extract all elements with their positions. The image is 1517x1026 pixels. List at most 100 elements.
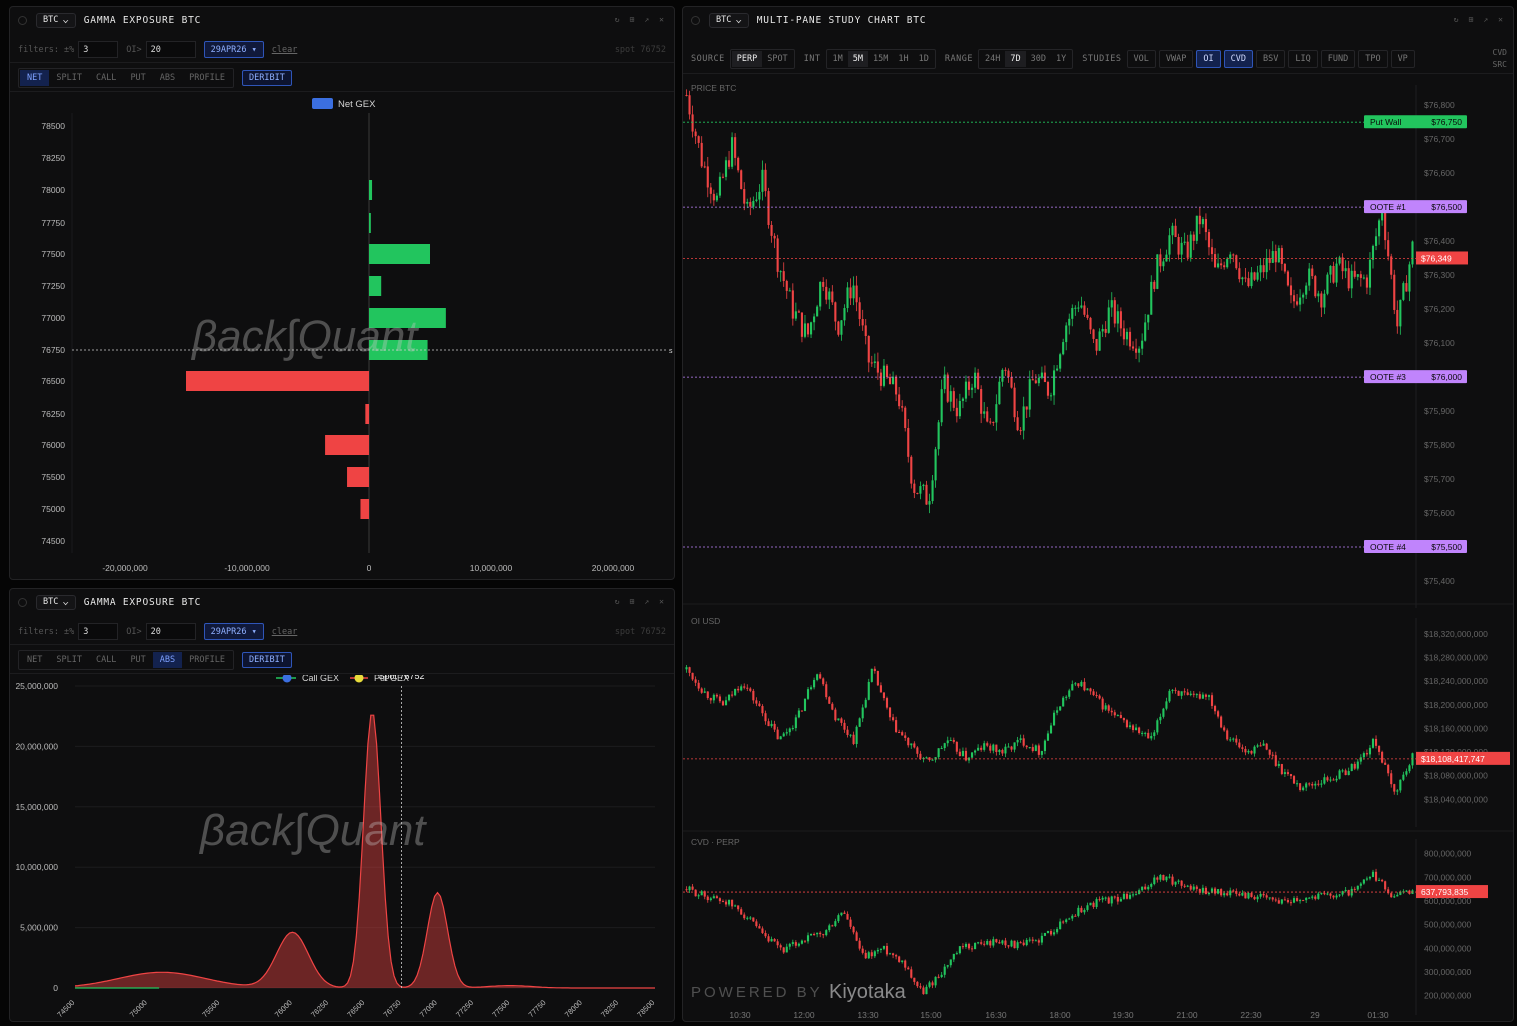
candle-body — [1353, 888, 1356, 890]
candle-body — [1374, 871, 1378, 881]
candle-body — [1062, 921, 1065, 923]
candle-body — [1122, 893, 1125, 899]
range-option-24h[interactable]: 24H — [980, 51, 1005, 67]
candle-body — [1408, 264, 1411, 292]
candle-body — [1077, 907, 1080, 916]
candle-body — [1262, 265, 1265, 273]
tab-net[interactable]: NET — [20, 70, 50, 86]
study-tpo-button[interactable]: TPO — [1358, 50, 1388, 68]
range-option-30d[interactable]: 30D — [1026, 51, 1051, 67]
candle-body — [1131, 894, 1135, 896]
source-option-perp[interactable]: PERP — [731, 51, 763, 67]
candle-body — [858, 302, 861, 320]
chart-toolbar: SOURCE PERP SPOT INT 1M 5M 15M 1H 1D RANGE 24H 7D 30… — [683, 47, 1513, 71]
exchange-button[interactable]: DERIBIT — [241, 652, 292, 668]
oi-input[interactable]: 20 — [145, 623, 196, 640]
tab-profile[interactable]: PROFILE — [182, 70, 232, 86]
candle-body — [1062, 697, 1065, 707]
study-bsv-button[interactable]: BSV — [1256, 50, 1286, 68]
candle-body — [1186, 692, 1189, 695]
candle-body — [1028, 379, 1031, 410]
clear-link[interactable]: clear — [272, 45, 298, 55]
candle-body — [776, 941, 779, 946]
range-option-7d[interactable]: 7D — [1005, 51, 1026, 67]
candle-body — [709, 187, 712, 194]
source-option-spot[interactable]: SPOT — [762, 51, 792, 67]
grid-icon[interactable]: ⊞ — [630, 597, 635, 606]
close-icon[interactable]: ✕ — [1498, 15, 1503, 24]
candle-body — [685, 667, 688, 670]
tab-abs[interactable]: ABS — [153, 70, 182, 86]
candle-body — [970, 387, 974, 390]
expand-icon[interactable]: ↗ — [644, 597, 649, 606]
study-oi-button[interactable]: OI — [1196, 50, 1221, 68]
study-vol-button[interactable]: VOL — [1126, 50, 1156, 68]
candle-body — [1013, 742, 1016, 750]
grid-icon[interactable]: ⊞ — [630, 15, 635, 24]
study-vp-button[interactable]: VP — [1390, 50, 1415, 68]
study-fund-button[interactable]: FUND — [1320, 50, 1356, 68]
expiry-select[interactable]: 29APR26 ▾ — [203, 41, 264, 58]
candle-body — [1253, 746, 1256, 754]
candle-body — [1144, 886, 1147, 890]
candle-body — [1323, 293, 1326, 308]
study-vwap-button[interactable]: VWAP — [1158, 50, 1194, 68]
tab-split[interactable]: SPLIT — [49, 70, 89, 86]
gex-bar — [325, 435, 369, 455]
oi-input[interactable]: 20 — [145, 41, 196, 58]
spot-marker: s — [669, 348, 673, 355]
candle-body — [998, 381, 1001, 405]
gex-bar — [369, 180, 373, 200]
tab-split[interactable]: SPLIT — [49, 652, 89, 668]
expiry-select[interactable]: 29APR26 ▾ — [203, 623, 264, 640]
symbol-select[interactable]: BTC ⌄ — [36, 12, 76, 28]
candle-body — [1159, 254, 1162, 267]
interval-option-1h[interactable]: 1H — [893, 51, 913, 67]
candle-body — [986, 411, 989, 422]
refresh-icon[interactable]: ↻ — [615, 15, 620, 24]
tab-profile[interactable]: PROFILE — [182, 652, 232, 668]
interval-option-5m[interactable]: 5M — [847, 51, 869, 67]
candle-body — [1059, 354, 1062, 369]
refresh-icon[interactable]: ↻ — [1454, 15, 1459, 24]
spot-readout: spot 76752 — [614, 44, 666, 55]
candle-body — [1213, 888, 1217, 894]
candle-body — [712, 193, 715, 201]
candle-body — [958, 400, 961, 417]
candle-body — [788, 943, 791, 947]
candle-body — [986, 743, 989, 746]
symbol-select[interactable]: BTC ⌄ — [36, 594, 76, 610]
interval-option-1m[interactable]: 1M — [828, 51, 848, 67]
symbol-select[interactable]: BTC ⌄ — [709, 12, 749, 28]
study-liq-button[interactable]: LIQ — [1288, 50, 1318, 68]
refresh-icon[interactable]: ↻ — [615, 597, 620, 606]
interval-option-15m[interactable]: 15M — [868, 51, 893, 67]
gex-net-panel: BTC ⌄ GAMMA EXPOSURE BTC ↻ ⊞ ↗ ✕ filters: ±%… — [9, 6, 675, 580]
tab-put[interactable]: PUT — [123, 652, 152, 668]
candle-body — [740, 909, 743, 915]
expand-icon[interactable]: ↗ — [1483, 15, 1488, 24]
exchange-button[interactable]: DERIBIT — [241, 70, 292, 86]
pct-input[interactable]: 3 — [78, 41, 119, 58]
tab-net[interactable]: NET — [20, 652, 49, 668]
tab-call[interactable]: CALL — [89, 652, 123, 668]
clear-link[interactable]: clear — [272, 627, 298, 637]
candle-body — [737, 157, 740, 171]
candle-body — [1350, 270, 1353, 289]
close-icon[interactable]: ✕ — [659, 15, 664, 24]
candle-body — [1207, 892, 1211, 895]
panel-titlebar: BTC ⌄ GAMMA EXPOSURE BTC ↻ ⊞ ↗ ✕ — [10, 7, 674, 33]
close-icon[interactable]: ✕ — [659, 597, 664, 606]
expand-icon[interactable]: ↗ — [644, 15, 649, 24]
grid-icon[interactable]: ⊞ — [1469, 15, 1474, 24]
candle-body — [1277, 248, 1280, 263]
range-option-1y[interactable]: 1Y — [1051, 51, 1071, 67]
tab-put[interactable]: PUT — [123, 70, 152, 86]
tab-abs[interactable]: ABS — [152, 652, 183, 668]
chevron-down-icon: ⌄ — [735, 15, 743, 25]
pct-input[interactable]: 3 — [78, 623, 119, 640]
tab-call[interactable]: CALL — [89, 70, 123, 86]
study-cvd-button[interactable]: CVD — [1223, 50, 1253, 68]
interval-option-1d[interactable]: 1D — [914, 51, 934, 67]
cvd-source-label[interactable]: CVD SRC — [1493, 47, 1507, 71]
